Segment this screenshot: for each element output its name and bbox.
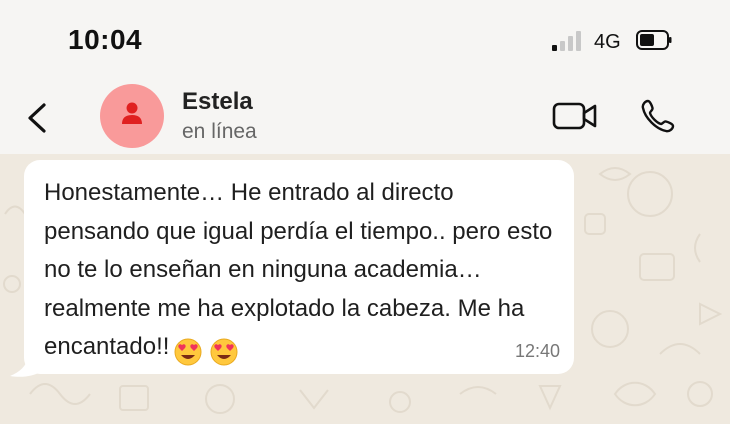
contact-status: en línea: [182, 120, 257, 143]
contact-name[interactable]: Estela: [182, 88, 253, 116]
message-time: 12:40: [514, 341, 560, 361]
message-text: Honestamente… He entrado al directo pens…: [44, 179, 553, 360]
battery-icon: [636, 30, 672, 50]
message-bubble[interactable]: Honestamente… He entrado al directo pens…: [24, 160, 574, 374]
heart-eyes-emoji: [210, 338, 238, 366]
heart-eyes-emoji: [174, 338, 202, 366]
signal-icon: [552, 29, 582, 51]
avatar[interactable]: [100, 84, 164, 148]
status-time: 10:04: [68, 24, 143, 55]
status-bar: 10:04 4G: [0, 0, 730, 80]
network-type: 4G: [594, 31, 621, 53]
message-body: Honestamente… He entrado al directo pens…: [44, 174, 564, 371]
phone-call-icon[interactable]: [640, 98, 676, 134]
avatar-person-icon: [122, 102, 142, 124]
chat-area: Honestamente… He entrado al directo pens…: [0, 154, 730, 424]
back-arrow-icon[interactable]: [24, 100, 50, 136]
message-emojis: [173, 332, 245, 371]
chat-header: Estela en línea: [0, 80, 730, 154]
video-call-icon[interactable]: [552, 100, 598, 132]
